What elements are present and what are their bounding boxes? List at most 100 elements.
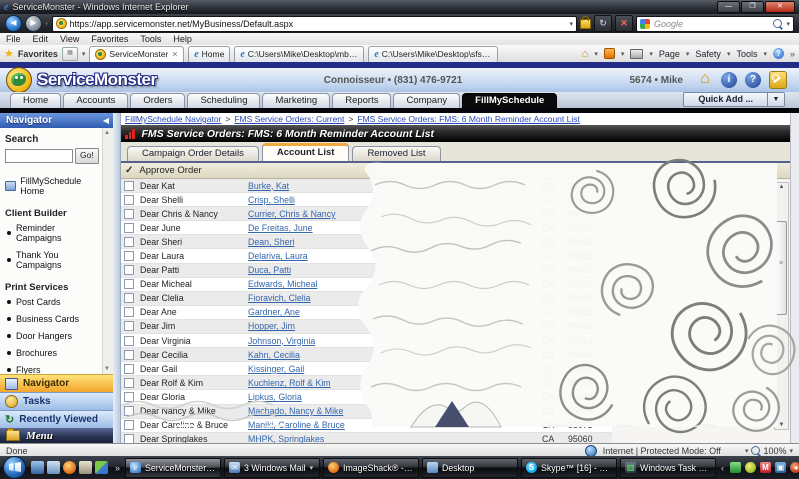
zoom-magnifier-icon[interactable] [751,446,760,455]
account-link[interactable]: Gardner, Ane [248,307,376,317]
sidebar-panel-recently-viewed[interactable]: ↻ Recently Viewed [0,410,113,428]
account-link[interactable]: Maniki, Caroline & Bruce [248,420,376,430]
row-checkbox[interactable] [124,350,134,360]
firefox-icon[interactable] [63,461,76,474]
safety-menu[interactable]: Safety [695,49,721,59]
home-icon[interactable]: ⌂ [582,48,589,60]
browser-tab-file2[interactable]: e C:\Users\Mike\Desktop\sfsbanner... [368,46,498,62]
search-placeholder[interactable]: Google [654,19,769,29]
quick-add-dropdown-icon[interactable]: ▼ [768,92,785,107]
scroll-down-icon[interactable]: ▼ [104,366,110,372]
browser-tab-file1[interactable]: e C:\Users\Mike\Desktop\mb_sfs_7... [234,46,364,62]
taskbar-button-task-manager[interactable]: ▥ Windows Task M... [620,458,716,478]
minimize-button[interactable]: — [717,1,740,13]
search-dropdown-icon[interactable]: ▾ [786,20,790,28]
account-link[interactable]: Johnson, Virginia [248,336,376,346]
menu-button[interactable]: Menu [0,428,113,443]
stop-button[interactable]: ✕ [615,15,633,32]
zoom-dropdown-icon[interactable]: ▾ [789,447,793,455]
url-dropdown-icon[interactable]: ▾ [569,20,573,28]
scrollbar-thumb[interactable] [776,221,787,315]
tab-marketing[interactable]: Marketing [262,93,330,108]
row-checkbox[interactable] [124,209,134,219]
page-menu[interactable]: Page [659,49,680,59]
tab-removed-list[interactable]: Removed List [352,146,440,161]
zoom-level[interactable]: 100% [763,446,786,456]
breadcrumb-link-2[interactable]: FMS Service Orders: Current [234,114,344,124]
sidebar-link[interactable]: Thank You Campaigns [7,250,101,270]
row-checkbox[interactable] [124,336,134,346]
tab-account-list[interactable]: Account List [262,143,350,161]
search-magnifier-icon[interactable] [773,19,782,28]
tray-network-icon[interactable]: ▣ [775,462,786,473]
search-box[interactable]: Google ▾ [636,16,794,32]
brand-wordmark[interactable]: ServiceMonster [37,70,157,90]
explorer-icon[interactable] [47,461,60,474]
go-button[interactable]: Go! [75,148,99,164]
row-checkbox[interactable] [124,420,134,430]
sidebar-panel-navigator[interactable]: Navigator [0,374,113,392]
help-icon[interactable]: ? [773,48,784,59]
row-checkbox[interactable] [124,251,134,261]
refresh-button[interactable]: ↻ [594,15,612,32]
collapse-sidebar-icon[interactable]: ◀ [103,116,113,125]
account-link[interactable]: Dean, Sheri [248,237,376,247]
quick-tabs-button[interactable]: ▦ [62,47,78,61]
tab-orders[interactable]: Orders [130,93,185,108]
quick-add-button[interactable]: Quick Add ... [683,92,768,107]
close-button[interactable]: ✕ [765,1,795,13]
tray-imageshack-icon[interactable]: M [760,462,771,473]
tools-menu[interactable]: Tools [736,49,757,59]
help-icon[interactable]: ? [745,72,761,88]
row-checkbox[interactable] [124,265,134,275]
menu-item[interactable]: File [6,34,21,44]
tray-skype-icon[interactable] [745,462,756,473]
tab-scheduling[interactable]: Scheduling [187,93,260,108]
table-scrollbar[interactable]: ▲ ▼ [774,182,789,430]
sidebar-link[interactable]: Brochures [7,348,101,358]
account-link[interactable]: Hopper, Jim [248,321,376,331]
sidebar-gutter[interactable] [113,113,121,443]
sidebar-link[interactable]: Post Cards [7,297,101,307]
account-link[interactable]: Crisp, Shelli [248,195,376,205]
servicemonster-logo-icon[interactable] [6,67,32,93]
account-link[interactable]: Kahn, Cecilia [248,350,376,360]
taskbar-button-imageshack[interactable]: ImageShack® - I... [323,458,419,478]
search-input[interactable] [5,149,73,163]
start-button[interactable] [3,456,26,479]
tab-company[interactable]: Company [393,93,460,108]
row-checkbox[interactable] [124,392,134,402]
account-link[interactable]: Lipkus, Gloria [248,392,376,402]
row-checkbox[interactable] [124,293,134,303]
forward-button[interactable]: ▶ [25,15,42,32]
account-link[interactable]: Edwards, Micheal [248,279,376,289]
url-text[interactable]: https://app.servicemonster.net/MyBusines… [70,19,567,29]
row-checkbox[interactable] [124,307,134,317]
account-link[interactable]: De Freitas, June [248,223,376,233]
sidebar-link[interactable]: Flyers [7,365,101,374]
row-checkbox[interactable] [124,406,134,416]
taskbar-button-windows-mail[interactable]: ✉ 3 Windows Mail ▾ [224,458,320,478]
account-link[interactable]: Delariva, Laura [248,251,376,261]
scroll-down-icon[interactable]: ▼ [775,422,788,428]
account-link[interactable]: Kissinger, Gail [248,364,376,374]
tab-fillmyschedule[interactable]: FillMySchedule [462,93,557,108]
account-link[interactable]: Burke, Kat [248,181,376,191]
account-link[interactable]: Duca, Patti [248,265,376,275]
restore-button[interactable]: ❐ [741,1,764,13]
sidebar-link[interactable]: Business Cards [7,314,101,324]
row-checkbox[interactable] [124,321,134,331]
page-tools-icon[interactable]: ▾ [745,447,749,455]
sidebar-scrollbar[interactable]: ▲ ▼ [102,128,113,374]
account-link[interactable]: Currier, Chris & Nancy [248,209,376,219]
sidebar-item-fillmyschedule-home[interactable]: FillMySchedule Home [5,176,101,196]
tabs-dropdown-icon[interactable]: ▾ [82,50,86,58]
favorites-star-icon[interactable]: ★ [4,47,14,60]
image-viewer-icon[interactable] [95,461,108,474]
sidebar-link[interactable]: Door Hangers [7,331,101,341]
favorites-label[interactable]: Favorites [18,49,58,59]
tray-volume-icon[interactable]: ◂ [790,462,799,473]
quick-launch-overflow-icon[interactable]: » [113,463,122,473]
row-checkbox[interactable] [124,279,134,289]
row-checkbox[interactable] [124,378,134,388]
